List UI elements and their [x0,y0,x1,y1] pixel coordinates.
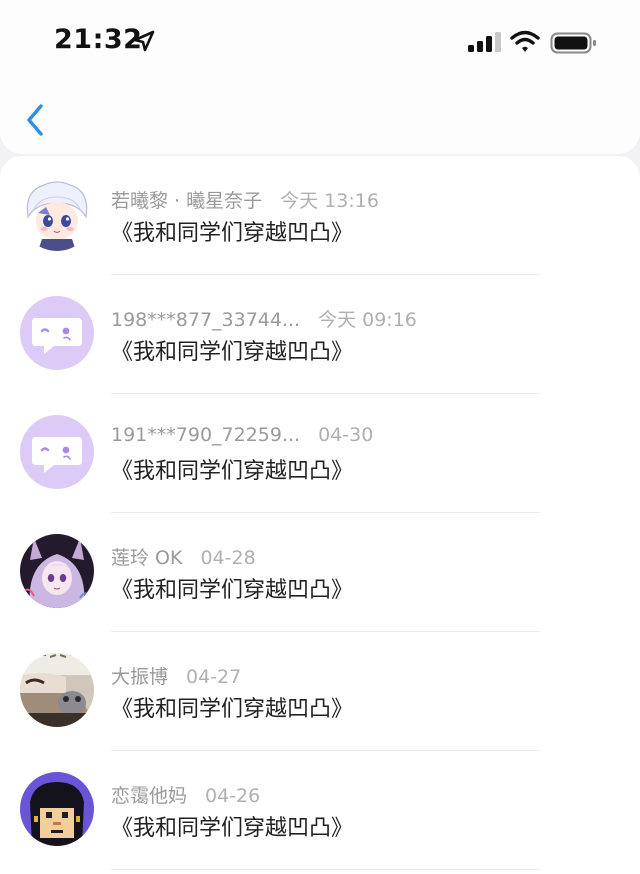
avatar [20,415,94,489]
message-time: 今天 09:16 [318,309,417,331]
list-item[interactable]: 大振博 04-27 《我和同学们穿越凹凸》 [0,632,640,751]
list-item[interactable]: 若曦黎 · 曦星奈子 今天 13:16 《我和同学们穿越凹凸》 [0,156,640,275]
avatar [20,772,94,846]
message-time: 04-27 [186,666,242,688]
sender-name: 大振博 [111,666,169,688]
avatar [20,296,94,370]
sender-name: 191***790_72259... [111,424,301,446]
item-title: 《我和同学们穿越凹凸》 [111,459,354,484]
list-item[interactable]: 191***790_72259... 04-30 《我和同学们穿越凹凸》 [0,394,640,513]
sender-name: 莲玲 OK [111,547,183,569]
message-list: 若曦黎 · 曦星奈子 今天 13:16 《我和同学们穿越凹凸》 198***877… [0,156,640,874]
avatar [20,653,94,727]
location-arrow-icon [133,30,155,52]
photo-avatar-icon [20,653,94,727]
cellular-signal-icon [468,32,501,52]
item-meta: 191***790_72259... 04-30 [111,424,373,446]
message-time: 04-26 [205,785,261,807]
default-chat-avatar-icon [20,296,94,370]
list-item[interactable]: 莲玲 OK 04-28 《我和同学们穿越凹凸》 [0,513,640,632]
status-bar: 21:32 [0,0,640,86]
item-title: 《我和同学们穿越凹凸》 [111,697,354,722]
sender-name: 恋霭他妈 [111,785,188,807]
divider [111,869,540,870]
anime-girl-avatar-icon [20,534,94,608]
item-title: 《我和同学们穿越凹凸》 [111,221,354,246]
battery-icon [550,32,596,54]
item-title: 《我和同学们穿越凹凸》 [111,340,354,365]
item-meta: 大振博 04-27 [111,662,241,689]
item-meta: 恋霭他妈 04-26 [111,781,260,808]
message-time: 04-28 [200,547,256,569]
item-title: 《我和同学们穿越凹凸》 [111,578,354,603]
list-item[interactable]: 恋霭他妈 04-26 《我和同学们穿越凹凸》 [0,751,640,870]
wifi-icon [510,30,540,52]
item-meta: 若曦黎 · 曦星奈子 今天 13:16 [111,186,379,213]
chevron-left-icon [27,104,43,136]
item-meta: 莲玲 OK 04-28 [111,543,256,570]
back-button[interactable] [18,100,52,140]
sender-name: 198***877_33744... [111,309,301,331]
status-time: 21:32 [54,24,143,55]
pixel-face-avatar-icon [20,772,94,846]
list-item[interactable]: 198***877_33744... 今天 09:16 《我和同学们穿越凹凸》 [0,275,640,394]
anime-boy-avatar-icon [20,177,94,251]
avatar [20,534,94,608]
item-meta: 198***877_33744... 今天 09:16 [111,305,417,332]
avatar [20,177,94,251]
default-chat-avatar-icon [20,415,94,489]
sender-name: 若曦黎 · 曦星奈子 [111,190,263,212]
item-title: 《我和同学们穿越凹凸》 [111,816,354,841]
message-time: 04-30 [318,424,374,446]
header-area: 21:32 [0,0,640,154]
message-time: 今天 13:16 [280,190,379,212]
